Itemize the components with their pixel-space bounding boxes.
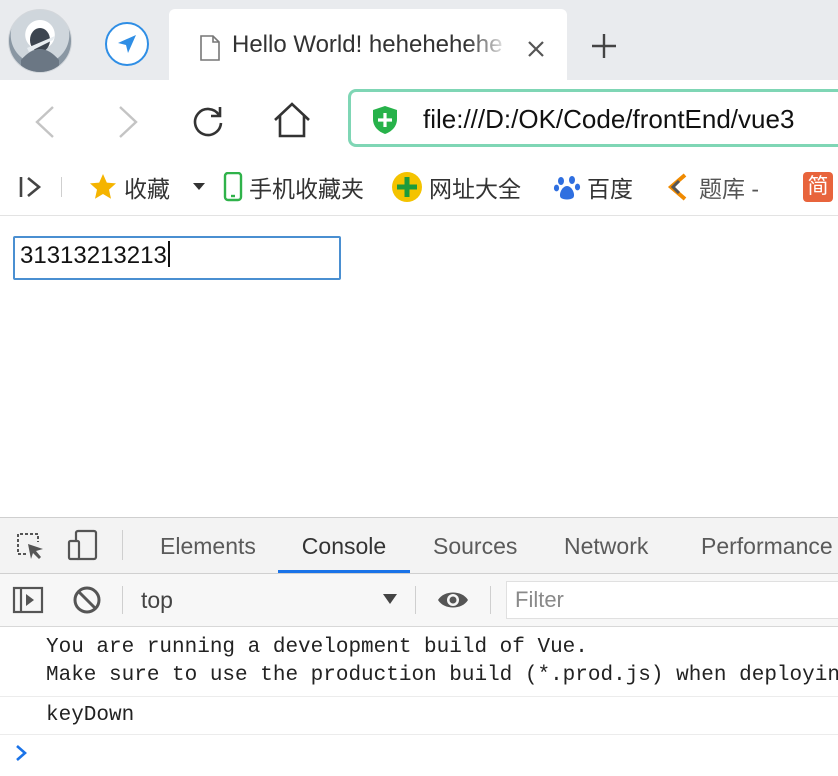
bookmark-label: 收藏 [124,175,170,202]
tab-close-button[interactable] [522,35,550,63]
avatar[interactable] [8,9,72,73]
sites-icon [392,171,422,202]
bookmark-mobile[interactable]: 手机收藏夹 [223,158,364,215]
reload-button[interactable] [183,96,233,146]
bookmark-sites[interactable]: 网址大全 [391,158,521,215]
close-icon [528,41,544,57]
console-separator [122,586,123,614]
document-icon [200,35,220,61]
bookmark-tiku[interactable]: 题库 - [665,158,759,215]
filter-input[interactable] [506,581,838,619]
console-message: keyDown [0,697,838,735]
devtools-tab-bar: Elements Console Sources Network Perform… [0,518,838,574]
tab-network[interactable]: Network [564,518,648,573]
sidebar-toggle-icon [19,176,42,197]
device-icon [67,529,98,561]
mobile-icon [223,171,243,201]
url-text: file:///D:/OK/Code/frontEnd/vue3 [423,104,795,134]
bookmark-jian[interactable]: 简 [803,158,833,215]
bookmarks-bar: 收藏 手机收藏夹 网址大全 百度 题库 - 简 [0,158,838,216]
context-selector[interactable]: top [141,587,173,614]
back-icon [35,106,54,138]
forward-icon [119,106,138,138]
sidebar-toggle-button[interactable] [18,158,50,215]
home-button[interactable] [267,95,317,145]
console-separator [490,586,491,614]
chevron-down-icon [193,182,205,190]
back-button[interactable] [20,97,70,147]
bookmarks-separator [61,177,62,197]
browser-toolbar: file:///D:/OK/Code/frontEnd/vue3 [0,80,838,158]
page-content: 31313213213 [0,216,838,517]
home-icon [274,102,310,138]
new-tab-button[interactable] [586,28,622,64]
tiku-icon [667,172,687,201]
reload-icon [193,107,223,137]
devtools-separator [122,530,123,560]
navigation-arrow-icon [118,35,136,53]
console-toolbar: top [0,574,838,627]
dropdown-arrow-icon [383,594,397,604]
tab-title: Hello World! hehehehehe [232,31,503,58]
bookmark-label: 百度 [587,175,633,202]
console-separator [415,586,416,614]
bookmark-baidu[interactable]: 百度 [553,158,633,215]
live-expression-button[interactable] [436,587,470,618]
console-messages: You are running a development build of V… [0,627,838,776]
text-caret [167,241,170,267]
favorites-dropdown[interactable] [192,158,212,215]
baidu-paw-icon [553,175,581,199]
inspect-element-button[interactable] [14,530,46,567]
prompt-chevron-icon [16,745,27,761]
bookmark-label: 简 [803,171,833,202]
shield-icon [373,106,397,134]
clear-console-button[interactable] [72,585,102,620]
avatar-image [21,28,59,72]
bookmark-label: 网址大全 [429,175,521,202]
context-dropdown[interactable] [382,592,398,610]
console-prompt[interactable] [14,743,28,768]
inspect-icon [17,533,43,559]
devtools-panel: Elements Console Sources Network Perform… [0,517,838,776]
bookmark-label: 手机收藏夹 [249,175,364,202]
plus-icon [592,34,616,58]
address-bar[interactable]: file:///D:/OK/Code/frontEnd/vue3 [348,89,838,147]
text-input[interactable]: 31313213213 [13,236,341,280]
clear-icon [73,586,101,614]
tab-elements[interactable]: Elements [160,518,256,573]
forward-button[interactable] [103,97,153,147]
device-toolbar-button[interactable] [66,528,100,567]
bookmark-favorites[interactable]: 收藏 [88,158,170,215]
text-input-value: 31313213213 [20,242,167,269]
navigation-extension-button[interactable] [105,22,149,66]
bookmark-label: 题库 - [699,175,760,202]
tab-console[interactable]: Console [278,518,410,573]
browser-tab[interactable]: Hello World! hehehehehe [169,9,567,80]
eye-icon [438,592,468,608]
tab-strip: Hello World! hehehehehe [0,0,838,80]
tab-performance[interactable]: Performance [701,518,833,573]
console-sidebar-button[interactable] [12,586,44,619]
console-message: You are running a development build of V… [0,627,838,697]
star-icon [90,173,116,199]
tab-sources[interactable]: Sources [433,518,517,573]
sidebar-icon [12,586,44,614]
